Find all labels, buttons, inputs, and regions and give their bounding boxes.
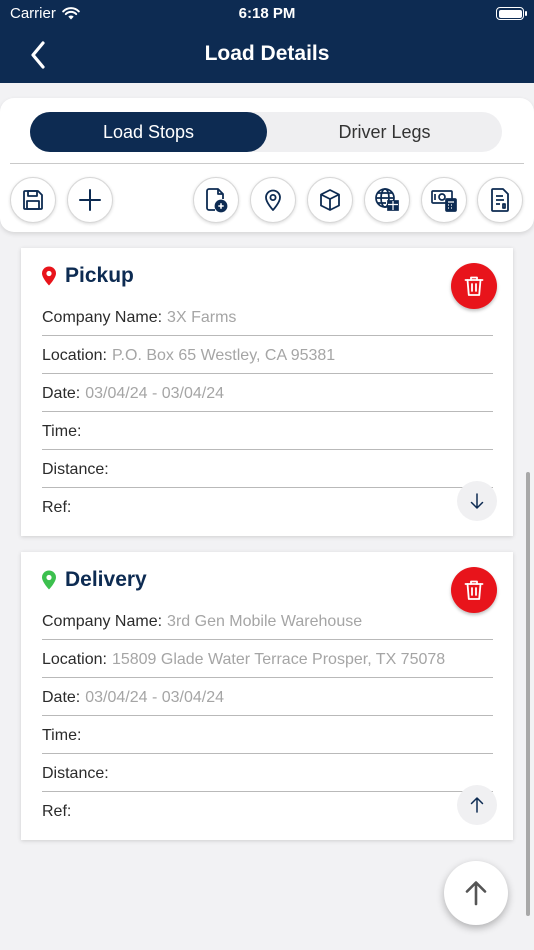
move-stop-up-button[interactable] xyxy=(457,785,497,825)
payment-button[interactable] xyxy=(421,177,467,223)
trash-icon xyxy=(464,276,484,296)
package-button[interactable] xyxy=(307,177,353,223)
arrow-up-icon xyxy=(465,881,487,906)
field-time[interactable]: Time: xyxy=(42,716,493,754)
location-pin-icon xyxy=(42,266,56,286)
arrow-up-icon xyxy=(470,797,484,813)
field-label: Company Name: xyxy=(42,612,163,630)
field-value: 03/04/24 - 03/04/24 xyxy=(85,688,225,706)
globe-box-icon xyxy=(375,188,399,211)
tab-load-stops[interactable]: Load Stops xyxy=(30,112,267,152)
field-time[interactable]: Time: xyxy=(42,412,493,450)
page-title: Load Details xyxy=(204,42,330,65)
field-value: 3rd Gen Mobile Warehouse xyxy=(167,612,363,630)
field-ref[interactable]: Ref: xyxy=(42,488,493,526)
field-company-name[interactable]: Company Name: 3X Farms xyxy=(42,298,493,336)
field-label: Date: xyxy=(42,384,81,402)
segmented-control: Load Stops Driver Legs xyxy=(30,112,502,152)
field-value: 15809 Glade Water Terrace Prosper, TX 75… xyxy=(111,650,446,668)
payment-calculator-icon xyxy=(431,190,457,212)
trash-icon xyxy=(464,580,484,600)
status-time: 6:18 PM xyxy=(238,5,296,22)
document-list-icon xyxy=(491,188,509,212)
field-company-name[interactable]: Company Name: 3rd Gen Mobile Warehouse xyxy=(42,602,493,640)
add-document-icon xyxy=(206,188,228,213)
field-date[interactable]: Date: 03/04/24 - 03/04/24 xyxy=(42,374,493,412)
field-value: 03/04/24 - 03/04/24 xyxy=(85,384,225,402)
field-label: Ref: xyxy=(42,803,72,820)
document-list-button[interactable] xyxy=(477,177,523,223)
field-value: P.O. Box 65 Westley, CA 95381 xyxy=(111,346,336,364)
battery-icon xyxy=(496,7,527,20)
location-pin-icon xyxy=(42,570,56,590)
scroll-to-top-button[interactable] xyxy=(444,861,508,925)
scrollbar[interactable] xyxy=(526,472,530,916)
location-pin-icon xyxy=(265,189,281,211)
field-label: Time: xyxy=(42,726,82,744)
save-icon xyxy=(23,190,43,210)
move-stop-down-button[interactable] xyxy=(457,481,497,521)
field-label: Company Name: xyxy=(42,308,163,326)
save-button[interactable] xyxy=(10,177,56,223)
field-distance[interactable]: Distance: xyxy=(42,450,493,488)
field-label: Distance: xyxy=(42,764,109,782)
field-location[interactable]: Location: 15809 Glade Water Terrace Pros… xyxy=(42,640,493,678)
field-date[interactable]: Date: 03/04/24 - 03/04/24 xyxy=(42,678,493,716)
field-value: 3X Farms xyxy=(167,308,237,326)
field-label: Location: xyxy=(42,650,107,668)
field-ref[interactable]: Ref: xyxy=(42,792,493,830)
stop-header: Pickup xyxy=(41,264,134,288)
field-location[interactable]: Location: P.O. Box 65 Westley, CA 95381 xyxy=(42,336,493,374)
arrow-down-icon xyxy=(470,493,484,509)
add-icon xyxy=(79,189,101,211)
field-label: Distance: xyxy=(42,460,109,478)
shipping-button[interactable] xyxy=(364,177,410,223)
field-label: Ref: xyxy=(42,499,72,516)
field-distance[interactable]: Distance: xyxy=(42,754,493,792)
location-button[interactable] xyxy=(250,177,296,223)
stop-type-label: Pickup xyxy=(65,264,134,287)
nav-bar: Load Details xyxy=(0,28,534,83)
field-label: Time: xyxy=(42,422,82,440)
add-button[interactable] xyxy=(67,177,113,223)
toolbar-divider xyxy=(10,163,524,164)
tab-driver-legs[interactable]: Driver Legs xyxy=(267,112,502,152)
stop-card-pickup: Pickup Company Name: 3X Farms Location: … xyxy=(21,248,513,536)
field-label: Date: xyxy=(42,688,81,706)
add-document-button[interactable] xyxy=(193,177,239,223)
stop-card-delivery: Delivery Company Name: 3rd Gen Mobile Wa… xyxy=(21,552,513,840)
package-box-icon xyxy=(320,189,340,211)
stop-type-label: Delivery xyxy=(65,568,147,591)
field-label: Location: xyxy=(42,346,107,364)
status-bar: Carrier 6:18 PM xyxy=(0,0,534,28)
stop-header: Delivery xyxy=(41,568,147,592)
